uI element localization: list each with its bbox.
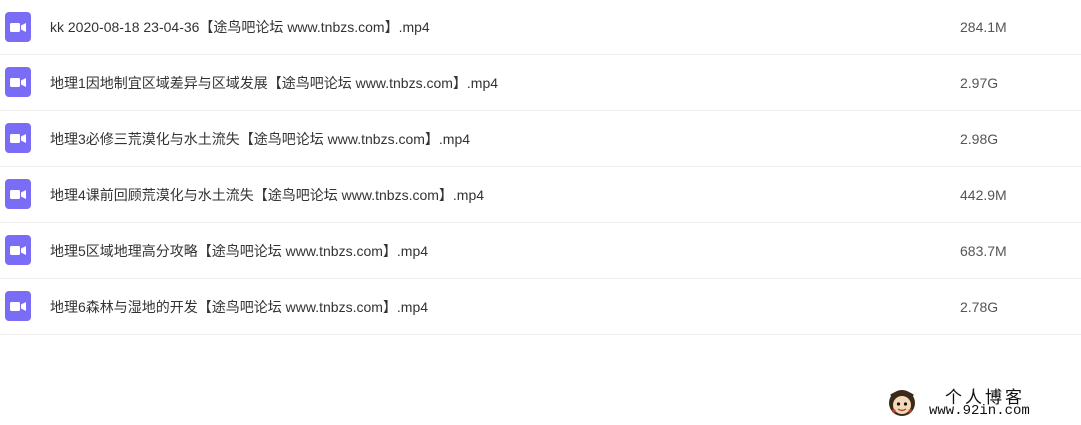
file-size: 683.7M xyxy=(960,242,1007,259)
file-list: kk 2020-08-18 23-04-36【途鸟吧论坛 www.tnbzs.c… xyxy=(0,0,1081,335)
video-file-icon xyxy=(5,235,31,265)
file-name[interactable]: 地理6森林与湿地的开发【途鸟吧论坛 www.tnbzs.com】.mp4 xyxy=(50,279,428,334)
file-name[interactable]: 地理5区域地理高分攻略【途鸟吧论坛 www.tnbzs.com】.mp4 xyxy=(50,223,428,278)
file-size: 284.1M xyxy=(960,19,1007,35)
video-file-icon xyxy=(5,179,31,209)
file-name[interactable]: 地理1因地制宜区域差异与区域发展【途鸟吧论坛 www.tnbzs.com】.mp… xyxy=(50,55,498,110)
file-size: 2.78G xyxy=(960,298,999,315)
file-row[interactable]: 地理6森林与湿地的开发【途鸟吧论坛 www.tnbzs.com】.mp4 2.7… xyxy=(0,279,1081,335)
blog-watermark: 个人博客 www.92in.com xyxy=(885,382,1075,422)
file-name[interactable]: kk 2020-08-18 23-04-36【途鸟吧论坛 www.tnbzs.c… xyxy=(50,0,430,54)
file-row[interactable]: 地理1因地制宜区域差异与区域发展【途鸟吧论坛 www.tnbzs.com】.mp… xyxy=(0,55,1081,111)
file-size: 442.9M xyxy=(960,186,1007,203)
file-size: 2.98G xyxy=(960,130,999,147)
file-name[interactable]: 地理3必修三荒漠化与水土流失【途鸟吧论坛 www.tnbzs.com】.mp4 xyxy=(50,111,470,166)
file-name[interactable]: 地理4课前回顾荒漠化与水土流失【途鸟吧论坛 www.tnbzs.com】.mp4 xyxy=(50,167,484,222)
file-row[interactable]: 地理5区域地理高分攻略【途鸟吧论坛 www.tnbzs.com】.mp4 683… xyxy=(0,223,1081,279)
watermark-url: www.92in.com xyxy=(929,403,1030,419)
cartoon-avatar-icon xyxy=(885,386,919,418)
video-file-icon xyxy=(5,123,31,153)
file-row[interactable]: kk 2020-08-18 23-04-36【途鸟吧论坛 www.tnbzs.c… xyxy=(0,0,1081,55)
file-row[interactable]: 地理4课前回顾荒漠化与水土流失【途鸟吧论坛 www.tnbzs.com】.mp4… xyxy=(0,167,1081,223)
file-size: 2.97G xyxy=(960,74,999,91)
video-file-icon xyxy=(5,291,31,321)
video-file-icon xyxy=(5,67,31,97)
video-file-icon xyxy=(5,12,31,42)
file-row[interactable]: 地理3必修三荒漠化与水土流失【途鸟吧论坛 www.tnbzs.com】.mp4 … xyxy=(0,111,1081,167)
